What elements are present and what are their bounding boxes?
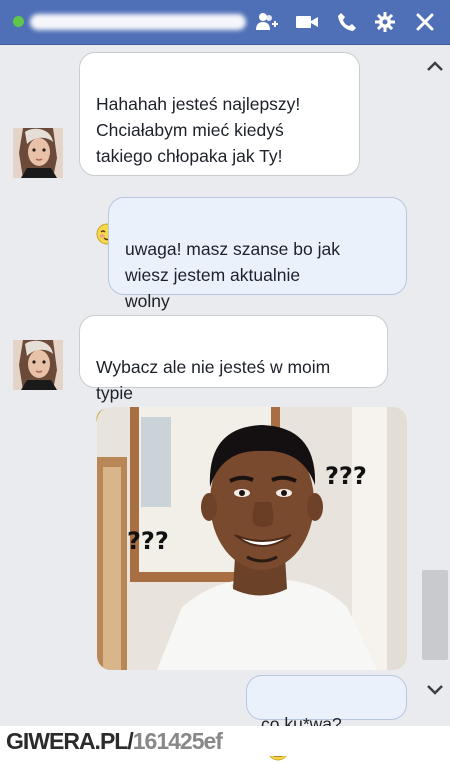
message-text: Wybacz ale nie jesteś w moim typie — [96, 357, 331, 403]
close-icon[interactable] — [412, 10, 438, 34]
chat-header — [0, 0, 450, 45]
watermark-site: GIWERA.PL — [6, 728, 128, 754]
message-bubble-outgoing[interactable]: co ku*wa? — [246, 675, 407, 761]
contact-name-blurred[interactable] — [30, 14, 246, 30]
confused-man-meme-image[interactable]: ??? ??? — [97, 407, 407, 670]
watermark-id: 161425ef — [132, 728, 223, 754]
message-bubble-incoming[interactable]: Wybacz ale nie jesteś w moim typie — [79, 315, 388, 430]
scroll-down-icon[interactable] — [426, 683, 444, 697]
meme-caption-right: ??? — [325, 462, 367, 490]
message-text: uwaga! masz szanse bo jak wiesz jestem a… — [125, 239, 340, 311]
chat-scrollbar[interactable] — [420, 45, 450, 726]
message-bubble-outgoing[interactable]: uwaga! masz szanse bo jak wiesz jestem a… — [108, 197, 407, 338]
contact-avatar[interactable] — [13, 340, 63, 390]
video-call-icon[interactable] — [294, 10, 320, 34]
phone-icon[interactable] — [334, 10, 360, 34]
settings-icon[interactable] — [372, 10, 398, 34]
message-bubble-incoming[interactable]: Hahahah jesteś najlepszy! Chciałabym mie… — [79, 52, 360, 245]
message-text: Hahahah jesteś najlepszy! Chciałabym mie… — [96, 94, 301, 166]
scroll-up-icon[interactable] — [426, 59, 444, 73]
watermark-bar: GIWERA.PL/161425ef — [0, 726, 450, 756]
meme-caption-left: ??? — [127, 527, 169, 555]
contact-avatar[interactable] — [13, 128, 63, 178]
online-status-icon — [13, 16, 24, 27]
site-watermark: GIWERA.PL/161425ef — [6, 727, 223, 755]
add-friend-icon[interactable] — [254, 10, 280, 34]
scroll-thumb[interactable] — [422, 570, 448, 660]
